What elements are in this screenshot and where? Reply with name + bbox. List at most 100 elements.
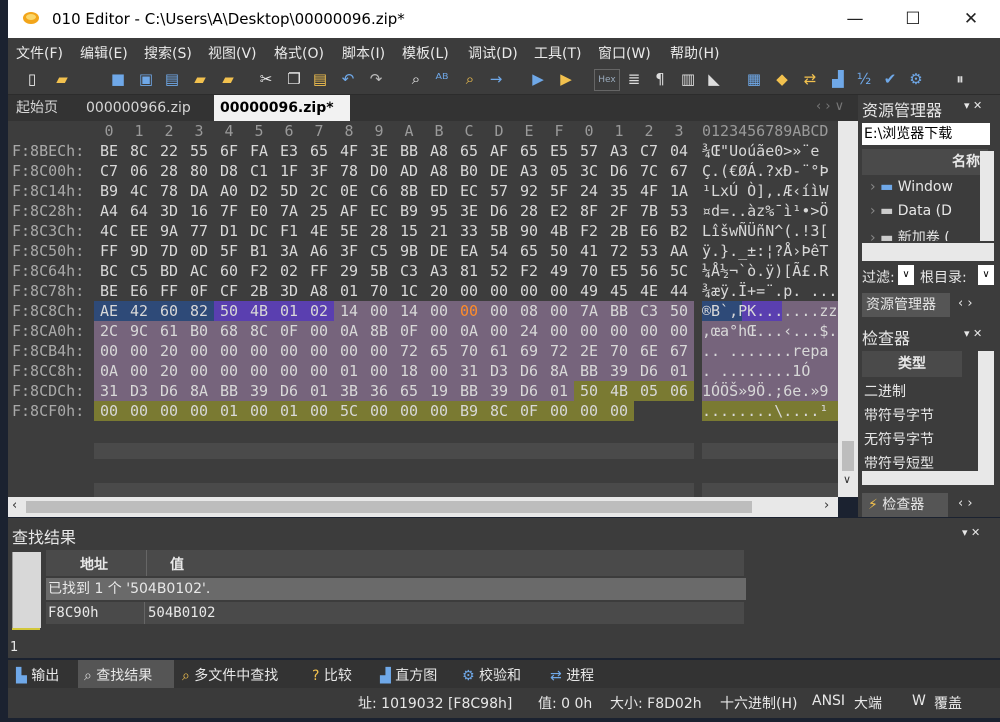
hex-byte[interactable]: A8 <box>424 141 454 161</box>
folder-icon[interactable]: ▰ <box>190 69 210 89</box>
hex-byte[interactable]: 00 <box>454 301 484 321</box>
find-in-files-icon[interactable]: ⌕ <box>460 69 480 89</box>
hex-byte[interactable]: 49 <box>544 261 574 281</box>
hex-byte[interactable]: 60 <box>214 261 244 281</box>
hex-byte[interactable]: 72 <box>544 341 574 361</box>
hex-byte[interactable]: 57 <box>574 141 604 161</box>
ascii-row[interactable]: ,œa°hŒ...‹...$. <box>702 321 838 341</box>
menu-window[interactable]: 窗口(W) <box>598 43 651 63</box>
hex-byte[interactable]: 1C <box>394 281 424 301</box>
hex-byte[interactable]: 00 <box>304 361 334 381</box>
hex-byte[interactable]: 28 <box>514 201 544 221</box>
tab-file-active[interactable]: 00000096.zip* × <box>214 95 350 141</box>
hex-byte[interactable]: 39 <box>244 381 274 401</box>
ascii-row[interactable]: . ........1Ó <box>702 361 838 381</box>
hex-byte[interactable]: B9 <box>454 401 484 421</box>
compare-icon[interactable]: ⇄ <box>800 69 820 89</box>
hex-byte[interactable]: 4E <box>634 281 664 301</box>
hex-byte[interactable]: BE <box>94 281 124 301</box>
hex-byte[interactable]: 01 <box>664 361 694 381</box>
menu-search[interactable]: 搜索(S) <box>144 43 192 63</box>
hex-byte[interactable]: C3 <box>634 301 664 321</box>
hex-byte[interactable]: D6 <box>604 161 634 181</box>
hex-byte[interactable]: 02 <box>274 261 304 281</box>
hex-editor[interactable]: 0123456789ABCDEF0123 0123456789ABCD F:8B… <box>8 121 838 497</box>
status-mode[interactable]: 十六进制(H) <box>720 693 797 713</box>
hex-byte[interactable]: 7A <box>574 301 604 321</box>
hex-byte[interactable]: 0F <box>514 401 544 421</box>
hex-byte[interactable]: E2 <box>544 201 574 221</box>
hex-byte[interactable]: 50 <box>574 381 604 401</box>
hex-byte[interactable]: 8C <box>124 141 154 161</box>
hex-byte[interactable]: D0 <box>364 161 394 181</box>
hex-byte[interactable]: 39 <box>484 381 514 401</box>
hex-byte[interactable]: 3D <box>274 281 304 301</box>
hex-byte[interactable]: 18 <box>394 361 424 381</box>
hex-byte[interactable]: 3A <box>274 241 304 261</box>
hex-byte[interactable]: 52 <box>484 261 514 281</box>
type-signed-byte[interactable]: 带符号字节 <box>864 405 934 425</box>
type-binary[interactable]: 二进制 <box>864 381 906 401</box>
hex-byte[interactable]: AD <box>394 161 424 181</box>
type-signed-short[interactable]: 带符号短型 <box>864 453 934 469</box>
hex-byte[interactable]: 78 <box>334 161 364 181</box>
explorer-path-input[interactable]: E:\浏览器下载 <box>862 123 990 145</box>
hex-byte[interactable]: E5 <box>604 261 634 281</box>
hex-byte[interactable]: 29 <box>334 261 364 281</box>
hex-byte[interactable]: 01 <box>544 381 574 401</box>
hex-byte[interactable]: 53 <box>664 201 694 221</box>
hex-byte[interactable]: 00 <box>544 321 574 341</box>
copy-icon[interactable]: ❐ <box>284 69 304 89</box>
minimize-button[interactable]: — <box>826 0 884 38</box>
save-all-icon[interactable]: ▤ <box>162 69 182 89</box>
hex-byte[interactable]: 08 <box>514 301 544 321</box>
hex-byte[interactable]: 8A <box>184 381 214 401</box>
hex-byte[interactable]: A6 <box>304 241 334 261</box>
tab-scroll-icon[interactable]: ‹ › ∨ <box>816 99 844 114</box>
hex-byte[interactable]: B0 <box>454 161 484 181</box>
hex-byte[interactable]: 0E <box>334 181 364 201</box>
template-icon[interactable]: ▶ <box>528 69 548 89</box>
hex-byte[interactable]: 4C <box>124 181 154 201</box>
hex-byte[interactable]: 8B <box>394 181 424 201</box>
filter-dropdown[interactable]: ∨ <box>898 265 914 285</box>
hex-byte[interactable]: A4 <box>94 201 124 221</box>
hex-byte[interactable]: 5E <box>334 221 364 241</box>
hex-byte[interactable]: C7 <box>634 141 664 161</box>
hex-byte[interactable]: 28 <box>154 161 184 181</box>
hex-byte[interactable]: DE <box>424 241 454 261</box>
hex-byte[interactable]: 00 <box>484 301 514 321</box>
hex-byte[interactable]: 04 <box>664 141 694 161</box>
ascii-row[interactable]: ¾æÿ.Ï+=¨.p. .... <box>702 281 838 301</box>
hex-byte[interactable]: 3E <box>364 141 394 161</box>
hex-byte[interactable]: 55 <box>184 141 214 161</box>
menu-tools[interactable]: 工具(T) <box>534 43 581 63</box>
hex-byte[interactable]: 95 <box>424 201 454 221</box>
hex-byte[interactable]: 56 <box>634 261 664 281</box>
hex-byte[interactable]: B2 <box>664 221 694 241</box>
hex-byte[interactable]: BB <box>574 361 604 381</box>
panel-tab-scroll-icon[interactable]: ‹ › <box>958 296 973 311</box>
hex-byte[interactable]: E6 <box>124 281 154 301</box>
hex-byte[interactable]: 00 <box>634 321 664 341</box>
hex-byte[interactable]: 5F <box>544 181 574 201</box>
hex-byte[interactable]: 6E <box>634 341 664 361</box>
hex-byte[interactable]: 92 <box>514 181 544 201</box>
menu-script[interactable]: 脚本(I) <box>342 43 385 63</box>
hex-byte[interactable]: 61 <box>154 321 184 341</box>
scroll-right-icon[interactable]: › <box>824 498 829 513</box>
hex-byte[interactable]: 00 <box>574 321 604 341</box>
hex-byte[interactable]: 00 <box>184 361 214 381</box>
ascii-row[interactable]: ÿ.}._±:¦?Å›ÞêT <box>702 241 838 261</box>
value-column-header[interactable]: 值 <box>170 554 184 574</box>
hex-byte[interactable]: 65 <box>514 141 544 161</box>
hex-byte[interactable]: D6 <box>634 361 664 381</box>
hex-byte[interactable]: 57 <box>484 181 514 201</box>
hex-byte[interactable]: D2 <box>244 181 274 201</box>
hex-byte[interactable]: 36 <box>364 381 394 401</box>
replace-icon[interactable]: ᴬᴮ <box>432 69 452 89</box>
hex-byte[interactable]: 31 <box>454 361 484 381</box>
hex-byte[interactable]: 50 <box>214 301 244 321</box>
hex-byte[interactable]: 00 <box>364 301 394 321</box>
hex-byte[interactable]: B1 <box>244 241 274 261</box>
